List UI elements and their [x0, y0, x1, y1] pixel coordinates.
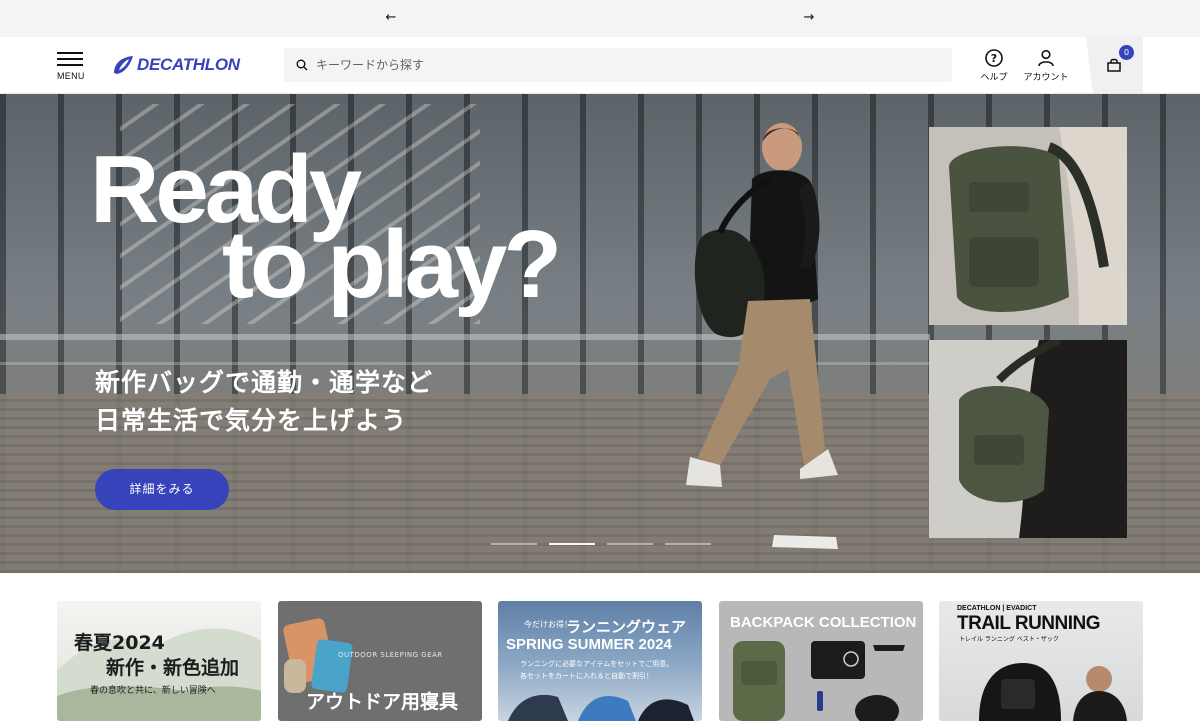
- cart-button[interactable]: [1086, 37, 1143, 93]
- search-input[interactable]: [316, 58, 916, 72]
- arrow-left-icon: ←: [385, 10, 397, 25]
- menu-button[interactable]: MENU: [57, 52, 85, 84]
- card4-title: BACKPACK COLLECTION: [730, 614, 917, 631]
- hamburger-icon-bar: [57, 58, 83, 60]
- help-circle-icon: ?: [985, 49, 1003, 67]
- hero-model-image: [686, 123, 838, 549]
- account-button[interactable]: アカウント: [1022, 48, 1070, 83]
- carousel-dot-4[interactable]: [665, 543, 711, 545]
- card1-title-line1: 春夏2024: [74, 632, 165, 654]
- search-bar[interactable]: [284, 48, 952, 82]
- hero-subcopy-line2: 日常生活で気分を上げよう: [95, 406, 408, 435]
- carousel-dot-3[interactable]: [607, 543, 653, 545]
- search-icon: [296, 59, 308, 71]
- carousel-dot-2[interactable]: [549, 543, 595, 545]
- menu-label: MENU: [57, 71, 85, 81]
- card3-title-en: SPRING SUMMER 2024: [506, 636, 672, 653]
- promo-prev-button[interactable]: ←: [382, 9, 400, 27]
- card-outdoor-sleeping[interactable]: OUTDOOR SLEEPING GEAR アウトドア用寝具: [278, 601, 482, 721]
- help-label: ヘルプ: [980, 73, 1008, 83]
- hero-headline-line2: to play?: [222, 211, 562, 318]
- user-icon: [1038, 49, 1054, 67]
- site-header: MENU DECATHLON ? ヘルプ アカウント: [0, 37, 1200, 94]
- card-running-wear[interactable]: 今だけお得！ ランニングウェア SPRING SUMMER 2024 ランニング…: [498, 601, 702, 721]
- decathlon-logo[interactable]: DECATHLON: [112, 54, 240, 76]
- promo-bar: ← →: [0, 0, 1200, 37]
- hamburger-icon: [57, 52, 83, 54]
- card3-title-jp: ランニングウェア: [566, 618, 687, 636]
- card2-tag: OUTDOOR SLEEPING GEAR: [338, 651, 443, 659]
- card-spring-summer[interactable]: 春夏2024 新作・新色追加 春の息吹と共に、新しい冒険へ: [57, 601, 261, 721]
- carousel-dot-1[interactable]: [491, 543, 537, 545]
- logo-text: DECATHLON: [137, 55, 240, 74]
- help-button[interactable]: ? ヘルプ: [979, 48, 1009, 83]
- card5-subtitle: トレイル ランニング ベスト・ザック: [959, 636, 1059, 643]
- logo-mark-icon: [114, 56, 133, 74]
- hero-banner: Ready to play? 新作バッグで通勤・通学など 日常生活で気分を上げよ…: [0, 94, 1200, 573]
- hero-subcopy-line1: 新作バッグで通勤・通学など: [95, 368, 434, 397]
- hero-backpack-photo-2: [929, 340, 1127, 538]
- hero-details-button[interactable]: 詳細をみる: [95, 469, 229, 510]
- hero-subcopy: 新作バッグで通勤・通学など 日常生活で気分を上げよう: [95, 364, 433, 440]
- card3-line1: ランニングに必要なアイテムをセットでご用意。: [520, 660, 674, 668]
- cart-count-badge: 0: [1119, 45, 1134, 60]
- card3-kicker: 今だけお得！: [524, 620, 572, 629]
- account-label: アカウント: [1023, 73, 1069, 83]
- card1-title-line2: 新作・新色追加: [106, 657, 240, 679]
- card1-caption: 春の息吹と共に、新しい冒険へ: [90, 686, 216, 696]
- svg-text:?: ?: [991, 52, 997, 65]
- hero-backpack-photo-1: [929, 127, 1127, 325]
- card-trail-running[interactable]: DECATHLON | EVADICT TRAIL RUNNING トレイル ラ…: [939, 601, 1143, 721]
- arrow-right-icon: →: [803, 10, 815, 25]
- card-backpack-collection[interactable]: BACKPACK COLLECTION: [719, 601, 923, 721]
- card3-line2: 各セットをカートに入れると自動で割引！: [520, 672, 653, 680]
- promo-card-row: 春夏2024 新作・新色追加 春の息吹と共に、新しい冒険へ OUTDOOR SL…: [57, 601, 1143, 721]
- hamburger-icon-bar: [57, 64, 83, 66]
- carousel-indicators: [491, 543, 711, 545]
- cart-bag-icon: [1107, 58, 1121, 72]
- promo-next-button[interactable]: →: [800, 9, 818, 27]
- card5-brand-line: DECATHLON | EVADICT: [957, 605, 1037, 612]
- card5-title: TRAIL RUNNING: [957, 613, 1101, 634]
